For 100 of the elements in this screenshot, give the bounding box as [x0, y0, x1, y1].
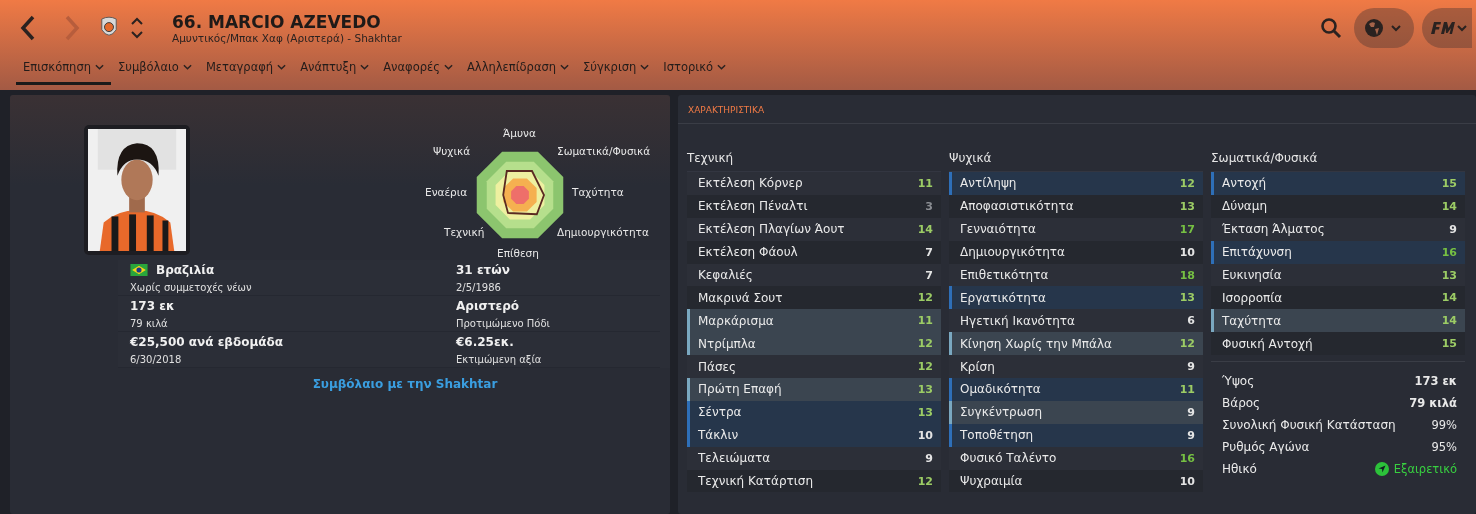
attribute-name: Γενναιότητα — [960, 222, 1036, 237]
nav-tab[interactable]: Ιστορικό — [656, 56, 733, 85]
caret-icon — [360, 64, 370, 70]
caret-icon — [443, 64, 453, 70]
nav-tab[interactable]: Μεταγραφή — [198, 56, 294, 85]
nav-tab[interactable]: Αλληλεπίδραση — [459, 56, 577, 85]
attribute-name: Εκτέλεση Κόρνερ — [698, 176, 803, 191]
attribute-name: Πάσες — [698, 359, 737, 374]
attribute-name: Τοποθέτηση — [960, 428, 1034, 443]
attribute-value: 9 — [1187, 360, 1195, 374]
caret-icon — [277, 64, 287, 70]
radar-label: Δημιουργικότητα — [557, 226, 649, 238]
radar-label: Εναέρια — [425, 186, 468, 198]
attribute-name: Δημιουργικότητα — [960, 245, 1065, 260]
attribute-name: Φυσική Αντοχή — [1222, 336, 1313, 351]
attribute-value: 3 — [925, 199, 933, 213]
attribute-value: 12 — [917, 291, 933, 305]
info-value: Βραζιλία — [156, 263, 215, 277]
attribute-name: Ταχύτητα — [1222, 313, 1282, 328]
attribute-value: 7 — [925, 268, 933, 282]
up-down-icon[interactable] — [130, 15, 144, 41]
player-position: Αμυντικός/Μπακ Χαφ (Αριστερά) - Shakhtar — [172, 32, 402, 44]
attribute-name: Αποφασιστικότητα — [960, 199, 1074, 214]
attribute-value: 14 — [1441, 199, 1457, 213]
info-caption: Εκτιμώμενη αξία — [456, 354, 543, 365]
info-caption: Χωρίς συμμετοχές νέων — [130, 282, 253, 293]
attribute-value: 9 — [1449, 222, 1457, 236]
nav-tab[interactable]: Σύγκριση — [576, 56, 657, 85]
fact-value: Εξαιρετικό — [1393, 462, 1457, 477]
caret-icon — [182, 64, 192, 70]
attribute-value: 15 — [1441, 176, 1457, 190]
nav-tab[interactable]: Ανάπτυξη — [293, 56, 377, 85]
morale-icon — [1374, 462, 1389, 477]
fact-label: Ύψος — [1222, 374, 1255, 389]
attribute-value: 12 — [917, 474, 933, 488]
fact-label: Ηθικό — [1222, 462, 1257, 477]
nav-tab[interactable]: Επισκόπηση — [16, 56, 111, 85]
attribute-value: 11 — [917, 314, 933, 328]
attribute-name: Κρίση — [960, 359, 995, 374]
info-value: €25,500 ανά εβδομάδα — [130, 335, 283, 349]
attribute-name: Ντρίμπλα — [698, 336, 756, 351]
attribute-value: 6 — [1187, 314, 1195, 328]
contract-link[interactable]: Συμβόλαιο με την Shakhtar — [312, 377, 498, 391]
attribute-value: 11 — [917, 176, 933, 190]
search-icon[interactable] — [1320, 17, 1342, 39]
info-value: Αριστερό — [456, 299, 520, 313]
attribute-value: 13 — [1179, 291, 1195, 305]
attribute-name: Ισορροπία — [1222, 290, 1283, 305]
caret-icon — [560, 64, 570, 70]
attribute-value: 12 — [1179, 176, 1195, 190]
attribute-value: 18 — [1179, 268, 1195, 282]
attribute-name: Ευκινησία — [1222, 268, 1282, 282]
radar-label: Σωματικά/Φυσικά — [557, 145, 651, 157]
flag-icon — [130, 264, 148, 276]
info-caption: Προτιμώμενο Πόδι — [456, 318, 551, 329]
attribute-value: 10 — [1179, 245, 1195, 259]
player-name: 66. MARCIO AZEVEDO — [172, 12, 382, 32]
attribute-value: 14 — [917, 222, 933, 236]
attribute-name: Δύναμη — [1222, 199, 1267, 214]
attribute-name: Αντίληψη — [960, 176, 1017, 191]
fact-label: Ρυθμός Αγώνα — [1222, 440, 1310, 455]
attribute-value: 7 — [925, 245, 933, 259]
attribute-value: 17 — [1179, 222, 1195, 236]
caret-icon — [640, 64, 650, 70]
attribute-value: 9 — [925, 451, 933, 465]
attribute-value: 9 — [1187, 405, 1195, 419]
attribute-value: 12 — [1179, 337, 1195, 351]
attribute-name: Συγκέντρωση — [960, 405, 1042, 420]
attribute-name: Εκτέλεση Πέναλτι — [698, 199, 808, 214]
attribute-name: Αντοχή — [1222, 176, 1266, 191]
attribute-value: 13 — [917, 382, 933, 396]
radar-label: Ψυχικά — [433, 145, 471, 157]
attribute-value: 13 — [1441, 268, 1457, 282]
attribute-name: Φυσικό Ταλέντο — [960, 451, 1057, 466]
info-value: 173 εκ — [130, 299, 175, 313]
attribute-name: Τάκλιν — [698, 428, 739, 443]
fact-value: 99% — [1431, 418, 1457, 433]
nav-tab[interactable]: Συμβόλαιο — [111, 56, 199, 85]
fact-value: 79 κιλά — [1409, 396, 1457, 411]
attribute-name: Επιτάχυνση — [1222, 245, 1292, 260]
attribute-name: Τελειώματα — [698, 451, 771, 466]
fact-value: 95% — [1431, 440, 1457, 455]
attribute-name: Μακρινά Σουτ — [698, 290, 783, 305]
attribute-value: 12 — [917, 360, 933, 374]
attribute-name: Έκταση Άλματος — [1222, 222, 1325, 237]
caret-icon — [95, 64, 104, 70]
info-value: 31 ετών — [456, 263, 510, 277]
info-value: €6.25εκ. — [456, 335, 514, 349]
globe-menu-button[interactable] — [1354, 8, 1414, 48]
attribute-value: 16 — [1441, 245, 1457, 259]
attribute-name: Ηγετική Ικανότητα — [960, 313, 1075, 328]
game-menu-button[interactable] — [1422, 8, 1472, 48]
attribute-value: 15 — [1441, 337, 1457, 351]
attribute-name: Πρώτη Επαφή — [698, 382, 782, 397]
attribute-name: Εργατικότητα — [960, 290, 1046, 305]
nav-tab[interactable]: Αναφορές — [376, 56, 460, 85]
attribute-name: Κίνηση Χωρίς την Μπάλα — [960, 336, 1112, 351]
info-caption: 2/5/1986 — [456, 282, 502, 293]
attribute-name: Τεχνική Κατάρτιση — [698, 474, 814, 488]
attribute-name: Μαρκάρισμα — [698, 313, 774, 328]
